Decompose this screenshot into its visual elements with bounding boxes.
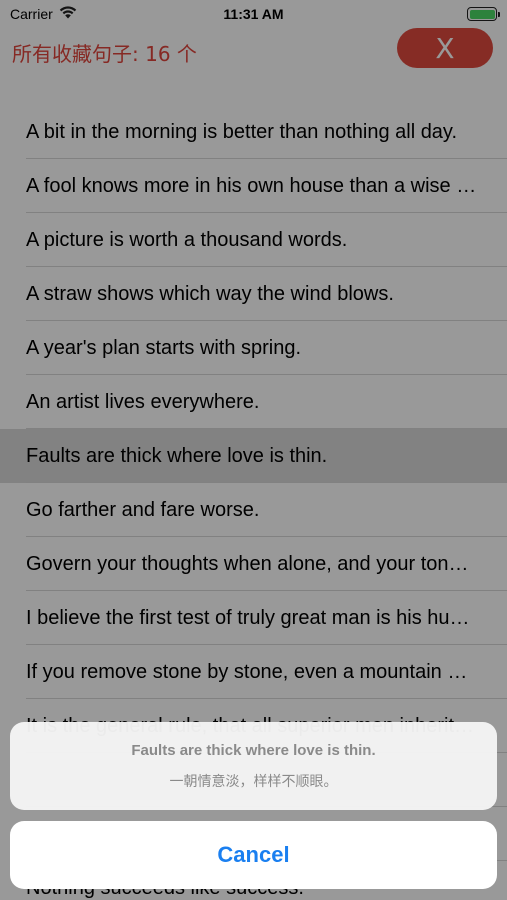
action-sheet-title: Faults are thick where love is thin.: [131, 741, 376, 759]
action-sheet-subtitle: 一朝情意淡，样样不顺眼。: [169, 773, 338, 790]
cancel-button[interactable]: Cancel: [10, 821, 497, 889]
action-sheet-message: Faults are thick where love is thin. 一朝情…: [10, 722, 497, 810]
